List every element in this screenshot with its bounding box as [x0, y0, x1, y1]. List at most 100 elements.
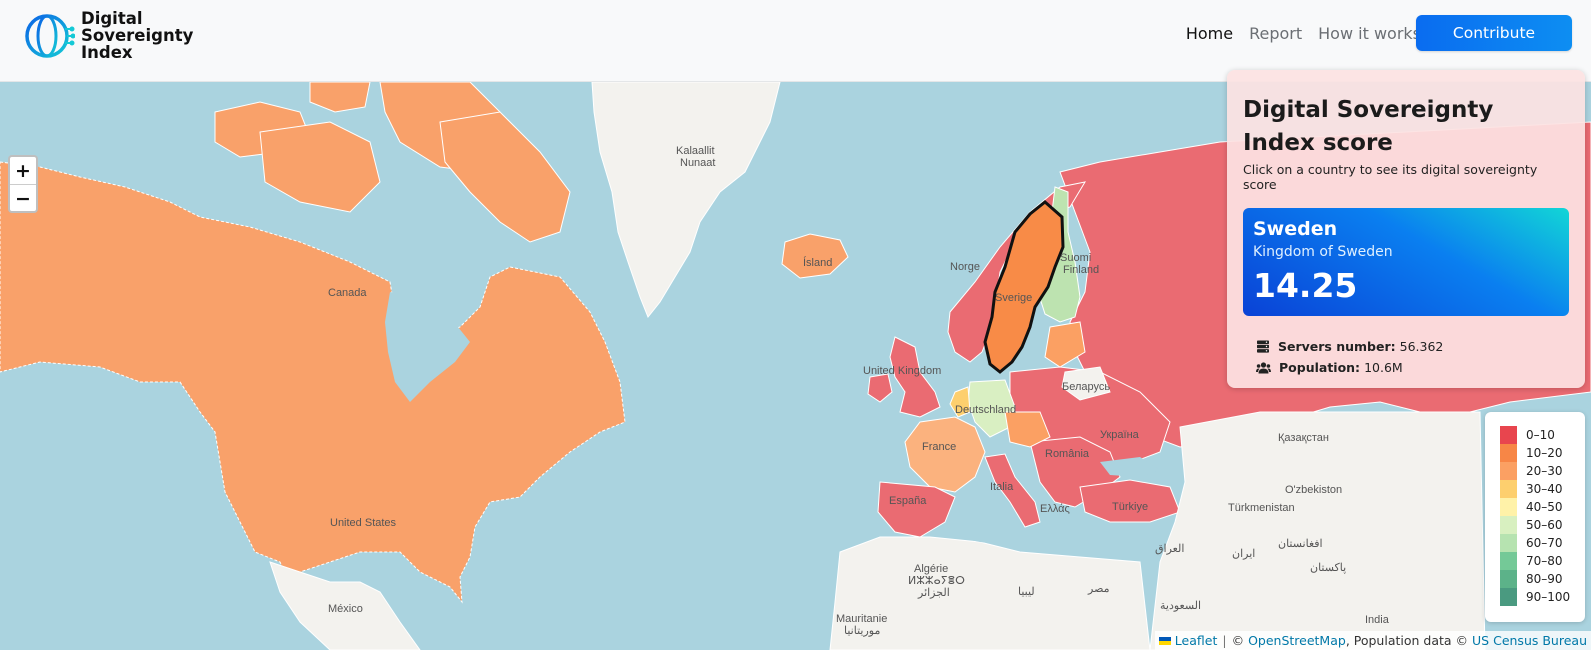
label-algeria-1: Algérie: [914, 563, 948, 575]
label-germany: Deutschland: [955, 404, 1016, 416]
label-turkmenistan: Türkmenistan: [1228, 502, 1295, 514]
globe-network-icon: [25, 13, 75, 58]
label-mauritania-1: Mauritanie: [836, 613, 887, 625]
label-saudi: السعودية: [1160, 600, 1201, 612]
arctic-island-2[interactable]: [259, 121, 381, 213]
legend-swatch: [1500, 498, 1517, 516]
nav-home-link[interactable]: Home: [1186, 24, 1233, 43]
label-mauritania-2: موريتانيا: [844, 625, 880, 637]
legend-swatch: [1500, 570, 1517, 588]
legend-swatch: [1500, 462, 1517, 480]
label-sweden: Sverige: [995, 292, 1032, 304]
legend-swatch: [1500, 426, 1517, 444]
label-afghanistan: افغانستان: [1278, 538, 1323, 550]
label-greenland-2: Nunaat: [680, 157, 715, 169]
country-name: Sweden: [1253, 218, 1338, 240]
main-nav: Home Report How it works: [1186, 24, 1421, 43]
legend-item: 30–40: [1500, 480, 1585, 498]
label-egypt: مصر: [1087, 583, 1110, 595]
label-canada: Canada: [328, 287, 367, 299]
score-legend: 0–10 10–20 20–30 30–40 40–50 50–60 60–70 70–80 8…: [1485, 412, 1585, 622]
legend-item: 50–60: [1500, 516, 1585, 534]
legend-swatch: [1500, 534, 1517, 552]
contribute-button[interactable]: Contribute: [1416, 15, 1572, 51]
label-algeria-3: الجزائر: [917, 587, 950, 599]
legend-swatch: [1500, 444, 1517, 462]
label-greenland-1: Kalaallit: [676, 145, 715, 157]
label-mexico: México: [328, 603, 363, 615]
label-kazakhstan: Қазақстан: [1278, 432, 1329, 444]
legend-label: 60–70: [1526, 536, 1563, 550]
legend-label: 30–40: [1526, 482, 1563, 496]
legend-label: 0–10: [1526, 428, 1555, 442]
iceland-shape[interactable]: [781, 233, 849, 279]
leaflet-link[interactable]: Leaflet: [1175, 633, 1218, 648]
label-romania: România: [1045, 448, 1090, 460]
label-finland-1: Suomi: [1060, 252, 1091, 264]
country-stats: Servers number: 56.362 Population: 10.6M: [1243, 336, 1569, 378]
legend-item: 0–10: [1500, 426, 1585, 444]
greenland-shape[interactable]: [591, 82, 781, 318]
ukraine-flag-icon: [1158, 636, 1171, 645]
servers-label: Servers number:: [1278, 339, 1396, 354]
servers-value: 56.362: [1399, 339, 1444, 354]
zoom-out-button[interactable]: −: [10, 185, 36, 212]
legend-label: 40–50: [1526, 500, 1563, 514]
legend-label: 10–20: [1526, 446, 1563, 460]
map-attribution: Leaflet | © OpenStreetMap , Population d…: [1154, 631, 1591, 650]
label-france: France: [922, 441, 956, 453]
legend-label: 20–30: [1526, 464, 1563, 478]
label-india: India: [1365, 614, 1390, 626]
legend-swatch: [1500, 480, 1517, 498]
label-iceland: Ísland: [803, 256, 832, 269]
census-bureau-link[interactable]: US Census Bureau: [1472, 633, 1587, 648]
uk-shape[interactable]: [889, 336, 941, 418]
servers-stat: Servers number: 56.362: [1256, 336, 1569, 357]
label-libya: ليبيا: [1018, 586, 1035, 598]
server-icon: [1257, 340, 1269, 353]
panel-subtitle: Click on a country to see its digital so…: [1243, 162, 1538, 192]
france-shape[interactable]: [904, 416, 986, 493]
score-panel: Digital Sovereignty Index score Click on…: [1227, 70, 1585, 388]
attribution-separator: |: [1222, 633, 1227, 648]
ireland-shape[interactable]: [867, 373, 893, 403]
label-united-kingdom: United Kingdom: [863, 365, 941, 377]
legend-label: 70–80: [1526, 554, 1563, 568]
country-score: 14.25: [1253, 266, 1358, 305]
label-greece: Ελλάς: [1040, 503, 1070, 515]
central-asia-shape[interactable]: [1149, 411, 1486, 650]
logo-line-2: Sovereignty: [81, 26, 194, 45]
legend-item: 80–90: [1500, 570, 1585, 588]
arctic-island-4[interactable]: [439, 111, 571, 243]
legend-item: 70–80: [1500, 552, 1585, 570]
population-label: Population:: [1279, 360, 1361, 375]
logo-text: Digital Sovereignty Index: [81, 10, 193, 61]
legend-item: 90–100: [1500, 588, 1585, 606]
openstreetmap-link[interactable]: OpenStreetMap: [1248, 633, 1346, 648]
users-icon: [1256, 361, 1271, 373]
legend-swatch: [1500, 552, 1517, 570]
nav-how-it-works-link[interactable]: How it works: [1318, 24, 1421, 43]
iberia-shape[interactable]: [877, 481, 956, 538]
panel-title: Digital Sovereignty Index score: [1243, 97, 1494, 156]
label-norway: Norge: [950, 261, 980, 273]
label-turkey: Türkiye: [1112, 501, 1148, 513]
zoom-control: + −: [8, 155, 38, 213]
label-spain: España: [889, 495, 927, 507]
label-uzbekistan: O'zbekiston: [1285, 484, 1342, 496]
copyright-symbol: ©: [1231, 633, 1245, 648]
nav-report-link[interactable]: Report: [1249, 24, 1302, 43]
arctic-island-5[interactable]: [309, 82, 371, 113]
label-finland-2: Finland: [1063, 264, 1099, 276]
population-value: 10.6M: [1364, 360, 1403, 375]
legend-label: 80–90: [1526, 572, 1563, 586]
label-italy: Italia: [990, 481, 1014, 493]
site-logo[interactable]: Digital Sovereignty Index: [25, 10, 193, 61]
label-ukraine: Україна: [1100, 429, 1140, 441]
zoom-in-button[interactable]: +: [10, 157, 36, 185]
label-pakistan: پاکستان: [1310, 562, 1346, 574]
population-stat: Population: 10.6M: [1256, 357, 1569, 378]
label-iraq: العراق: [1155, 543, 1184, 555]
legend-label: 90–100: [1526, 590, 1571, 604]
label-united-states: United States: [330, 517, 397, 529]
